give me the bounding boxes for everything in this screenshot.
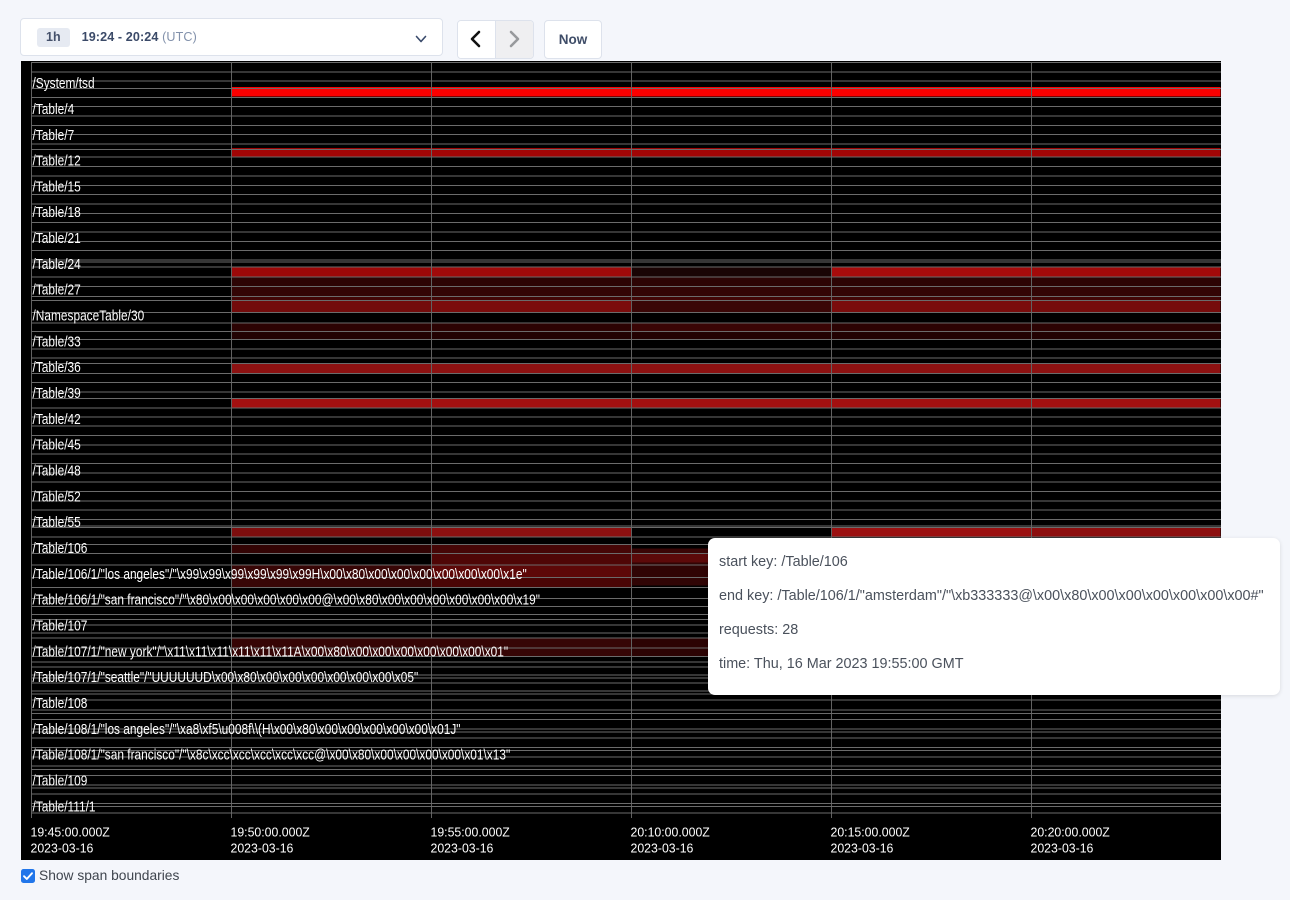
svg-text:20:10:00.000Z: 20:10:00.000Z [631,824,710,839]
svg-text:/NamespaceTable/30: /NamespaceTable/30 [33,309,145,325]
svg-text:/Table/107: /Table/107 [33,619,88,635]
svg-text:/Table/36: /Table/36 [33,360,81,376]
svg-text:/Table/24: /Table/24 [33,257,81,273]
svg-text:/Table/106: /Table/106 [33,541,88,557]
svg-text:/Table/109: /Table/109 [33,774,88,790]
svg-text:/Table/45: /Table/45 [33,438,81,454]
svg-text:2023-03-16: 2023-03-16 [831,840,894,855]
svg-text:/Table/108: /Table/108 [33,696,88,712]
svg-text:/Table/55: /Table/55 [33,515,81,531]
svg-text:/Table/42: /Table/42 [33,412,81,428]
svg-text:/Table/7: /Table/7 [33,128,75,144]
svg-text:2023-03-16: 2023-03-16 [431,840,494,855]
svg-text:2023-03-16: 2023-03-16 [31,840,94,855]
svg-text:/Table/48: /Table/48 [33,464,81,480]
svg-text:/Table/106/1/"los angeles"/"\x: /Table/106/1/"los angeles"/"\x99\x99\x99… [33,567,527,583]
svg-text:/Table/15: /Table/15 [33,179,81,195]
svg-text:19:55:00.000Z: 19:55:00.000Z [431,824,510,839]
svg-text:20:20:00.000Z: 20:20:00.000Z [1031,824,1110,839]
svg-text:/Table/108/1/"san francisco"/": /Table/108/1/"san francisco"/"\x8c\xcc\x… [33,748,511,764]
svg-text:/Table/52: /Table/52 [33,489,81,505]
svg-text:/Table/39: /Table/39 [33,386,81,402]
svg-text:/Table/21: /Table/21 [33,231,81,247]
svg-text:/Table/18: /Table/18 [33,205,81,221]
svg-text:/Table/12: /Table/12 [33,154,81,170]
svg-text:/Table/106/1/"san francisco"/": /Table/106/1/"san francisco"/"\x80\x00\x… [33,593,541,609]
svg-text:/Table/111/1: /Table/111/1 [33,799,96,815]
svg-text:2023-03-16: 2023-03-16 [1031,840,1094,855]
svg-text:/Table/4: /Table/4 [33,102,75,118]
svg-text:20:15:00.000Z: 20:15:00.000Z [831,824,910,839]
svg-text:/Table/107/1/"seattle"/"UUUUUU: /Table/107/1/"seattle"/"UUUUUUD\x00\x80\… [33,670,419,686]
svg-text:/Table/108/1/"los angeles"/"\x: /Table/108/1/"los angeles"/"\xa8\xf5\u00… [33,722,461,738]
svg-text:2023-03-16: 2023-03-16 [631,840,694,855]
svg-text:/Table/107/1/"new york"/"\x11\: /Table/107/1/"new york"/"\x11\x11\x11\x1… [33,644,509,660]
svg-text:2023-03-16: 2023-03-16 [231,840,294,855]
svg-text:19:50:00.000Z: 19:50:00.000Z [231,824,310,839]
svg-text:/System/tsd: /System/tsd [33,76,95,92]
svg-text:19:45:00.000Z: 19:45:00.000Z [31,824,110,839]
svg-text:/Table/33: /Table/33 [33,334,81,350]
svg-text:/Table/27: /Table/27 [33,283,81,299]
